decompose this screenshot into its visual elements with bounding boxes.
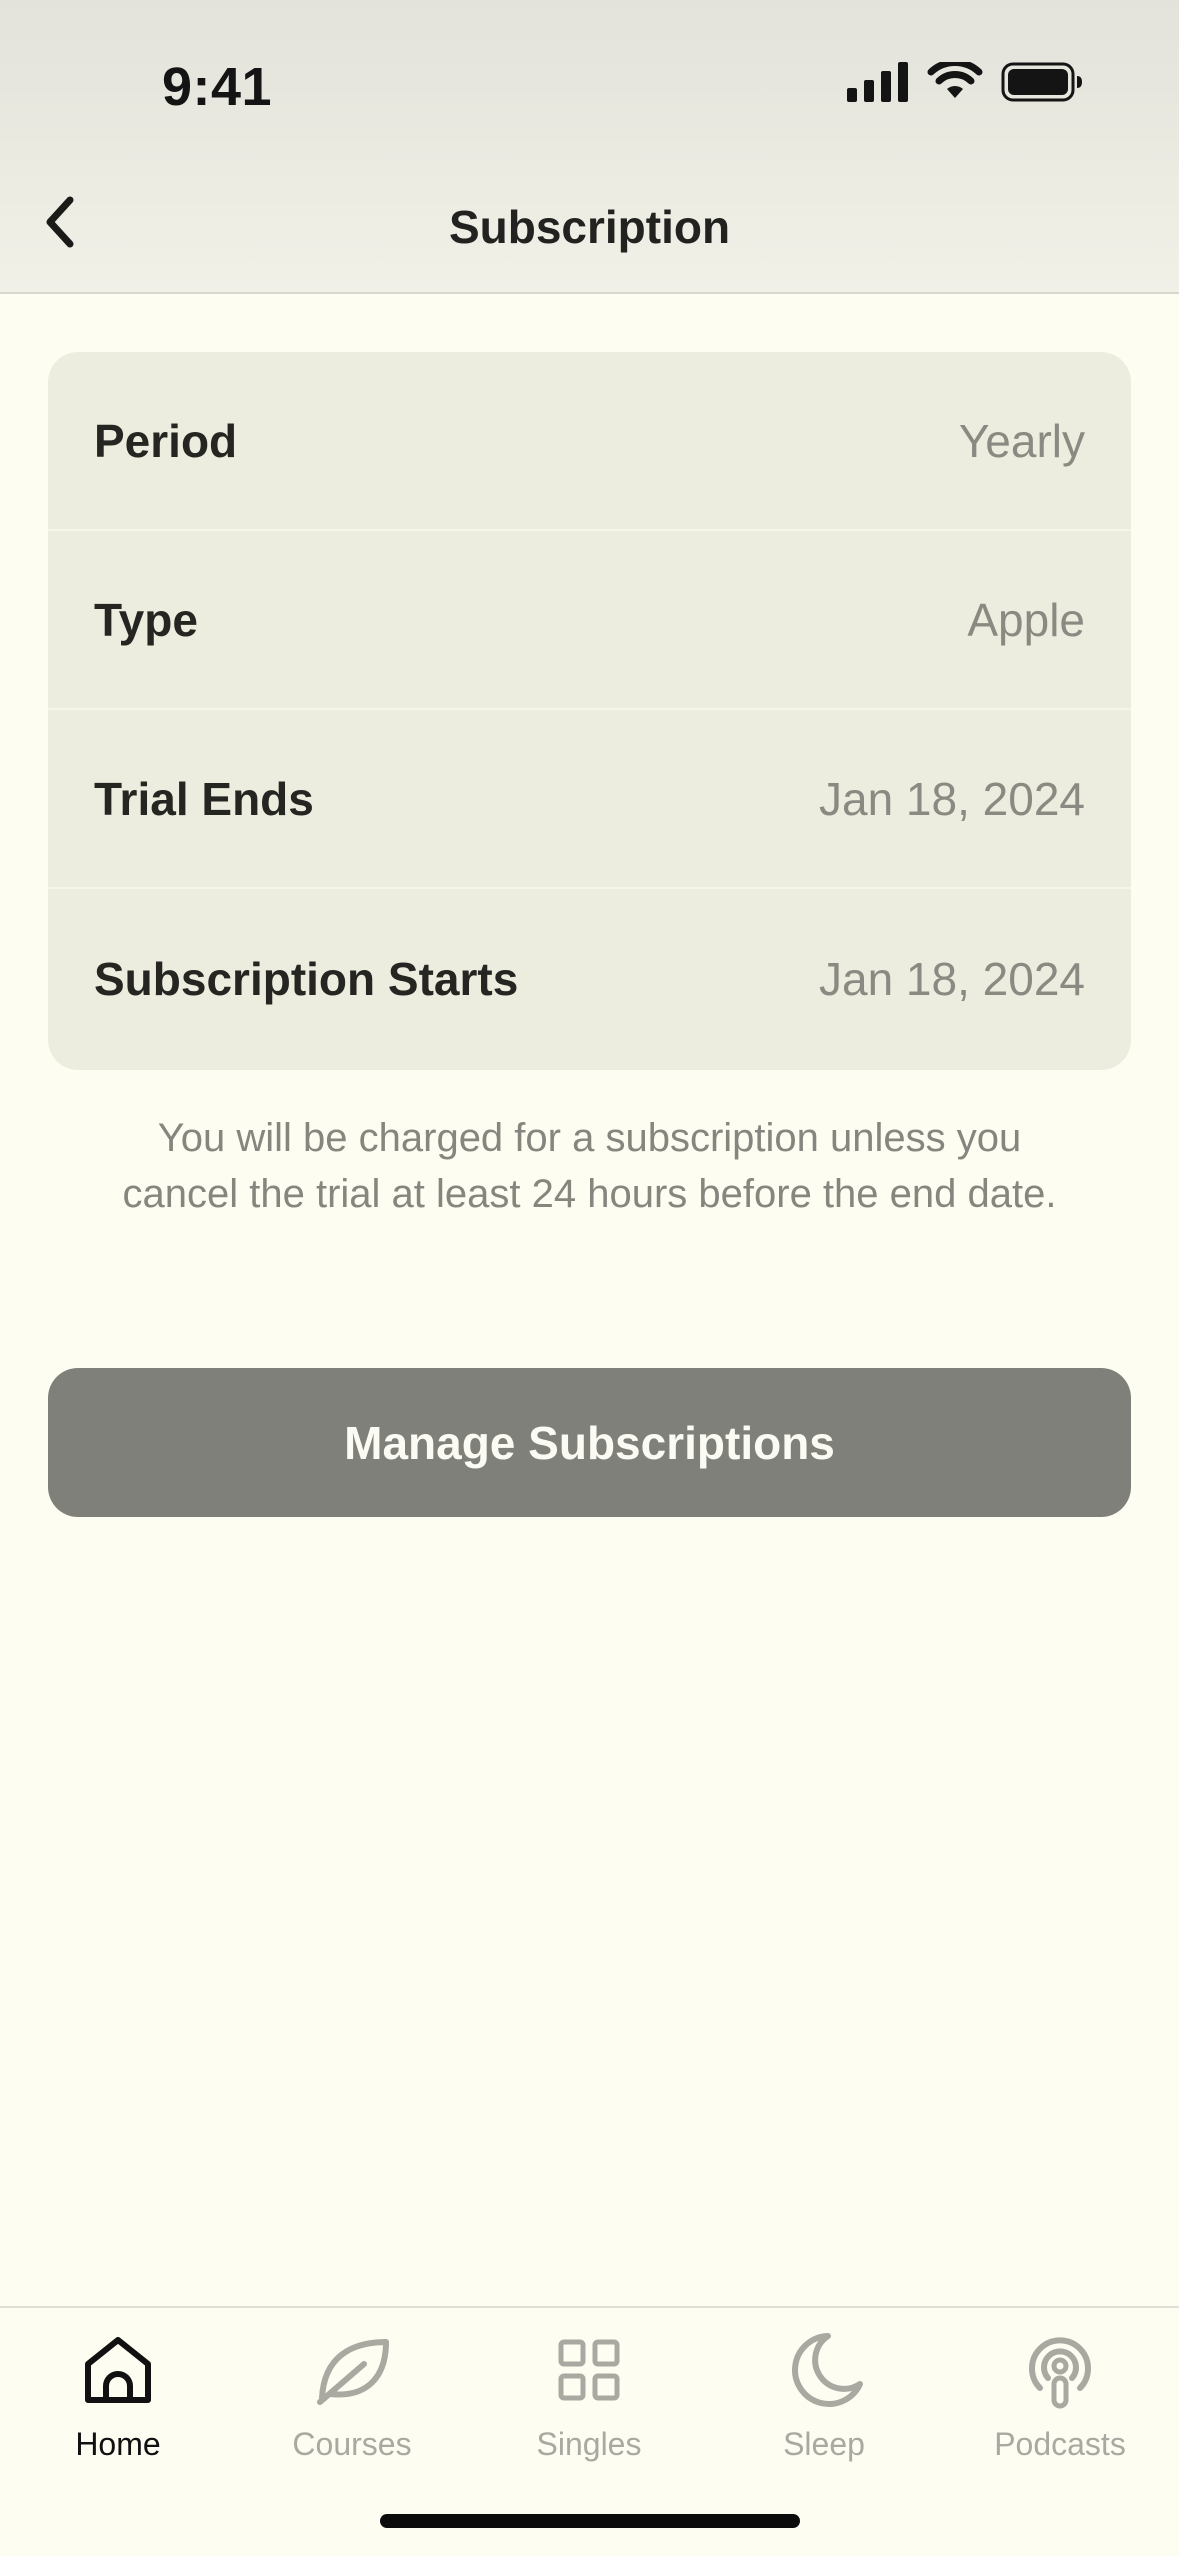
- tab-podcasts[interactable]: Podcasts: [960, 2328, 1160, 2488]
- detail-row-trial-ends: Trial Ends Jan 18, 2024: [48, 710, 1131, 889]
- moon-icon: [792, 2333, 863, 2407]
- leaf-icon: [317, 2339, 389, 2405]
- detail-label: Type: [94, 593, 198, 646]
- billing-notice: You will be charged for a subscription u…: [122, 1116, 1057, 1216]
- cellular-signal-icon: [847, 62, 908, 102]
- detail-row-period: Period Yearly: [48, 352, 1131, 531]
- detail-row-type: Type Apple: [48, 531, 1131, 710]
- detail-label: Period: [94, 414, 238, 467]
- header: 9:41 Subscription: [0, 0, 1179, 294]
- subscription-screen: 9:41 Subscription Period Yearly Type App…: [0, 0, 1179, 2556]
- tab-label: Singles: [536, 2426, 642, 2462]
- tab-label: Sleep: [783, 2426, 865, 2462]
- manage-subscriptions-button[interactable]: Manage Subscriptions: [48, 1368, 1131, 1517]
- detail-value: Jan 18, 2024: [818, 772, 1085, 825]
- status-time: 9:41: [162, 57, 273, 117]
- page-title: Subscription: [448, 201, 731, 253]
- podcast-icon: [1029, 2337, 1091, 2409]
- subscription-details-card: Period Yearly Type Apple Trial Ends Jan …: [48, 352, 1131, 1070]
- tab-label: Courses: [292, 2426, 412, 2462]
- detail-label: Trial Ends: [94, 772, 314, 825]
- tab-singles[interactable]: Singles: [489, 2328, 689, 2488]
- tab-label: Home: [75, 2426, 161, 2462]
- detail-value: Yearly: [958, 414, 1085, 467]
- home-indicator: [380, 2514, 800, 2528]
- home-icon: [85, 2337, 151, 2403]
- detail-value: Apple: [967, 593, 1085, 646]
- detail-row-subscription-starts: Subscription Starts Jan 18, 2024: [48, 889, 1131, 1068]
- battery-icon: [1001, 62, 1082, 102]
- tab-courses[interactable]: Courses: [252, 2328, 452, 2488]
- detail-label: Subscription Starts: [94, 952, 519, 1005]
- grid-icon: [558, 2339, 620, 2401]
- tab-sleep[interactable]: Sleep: [724, 2328, 924, 2488]
- tab-label: Podcasts: [994, 2426, 1126, 2462]
- tab-home[interactable]: Home: [18, 2328, 218, 2488]
- status-icons: [847, 62, 1083, 102]
- detail-value: Jan 18, 2024: [818, 952, 1085, 1005]
- wifi-icon: [927, 62, 983, 98]
